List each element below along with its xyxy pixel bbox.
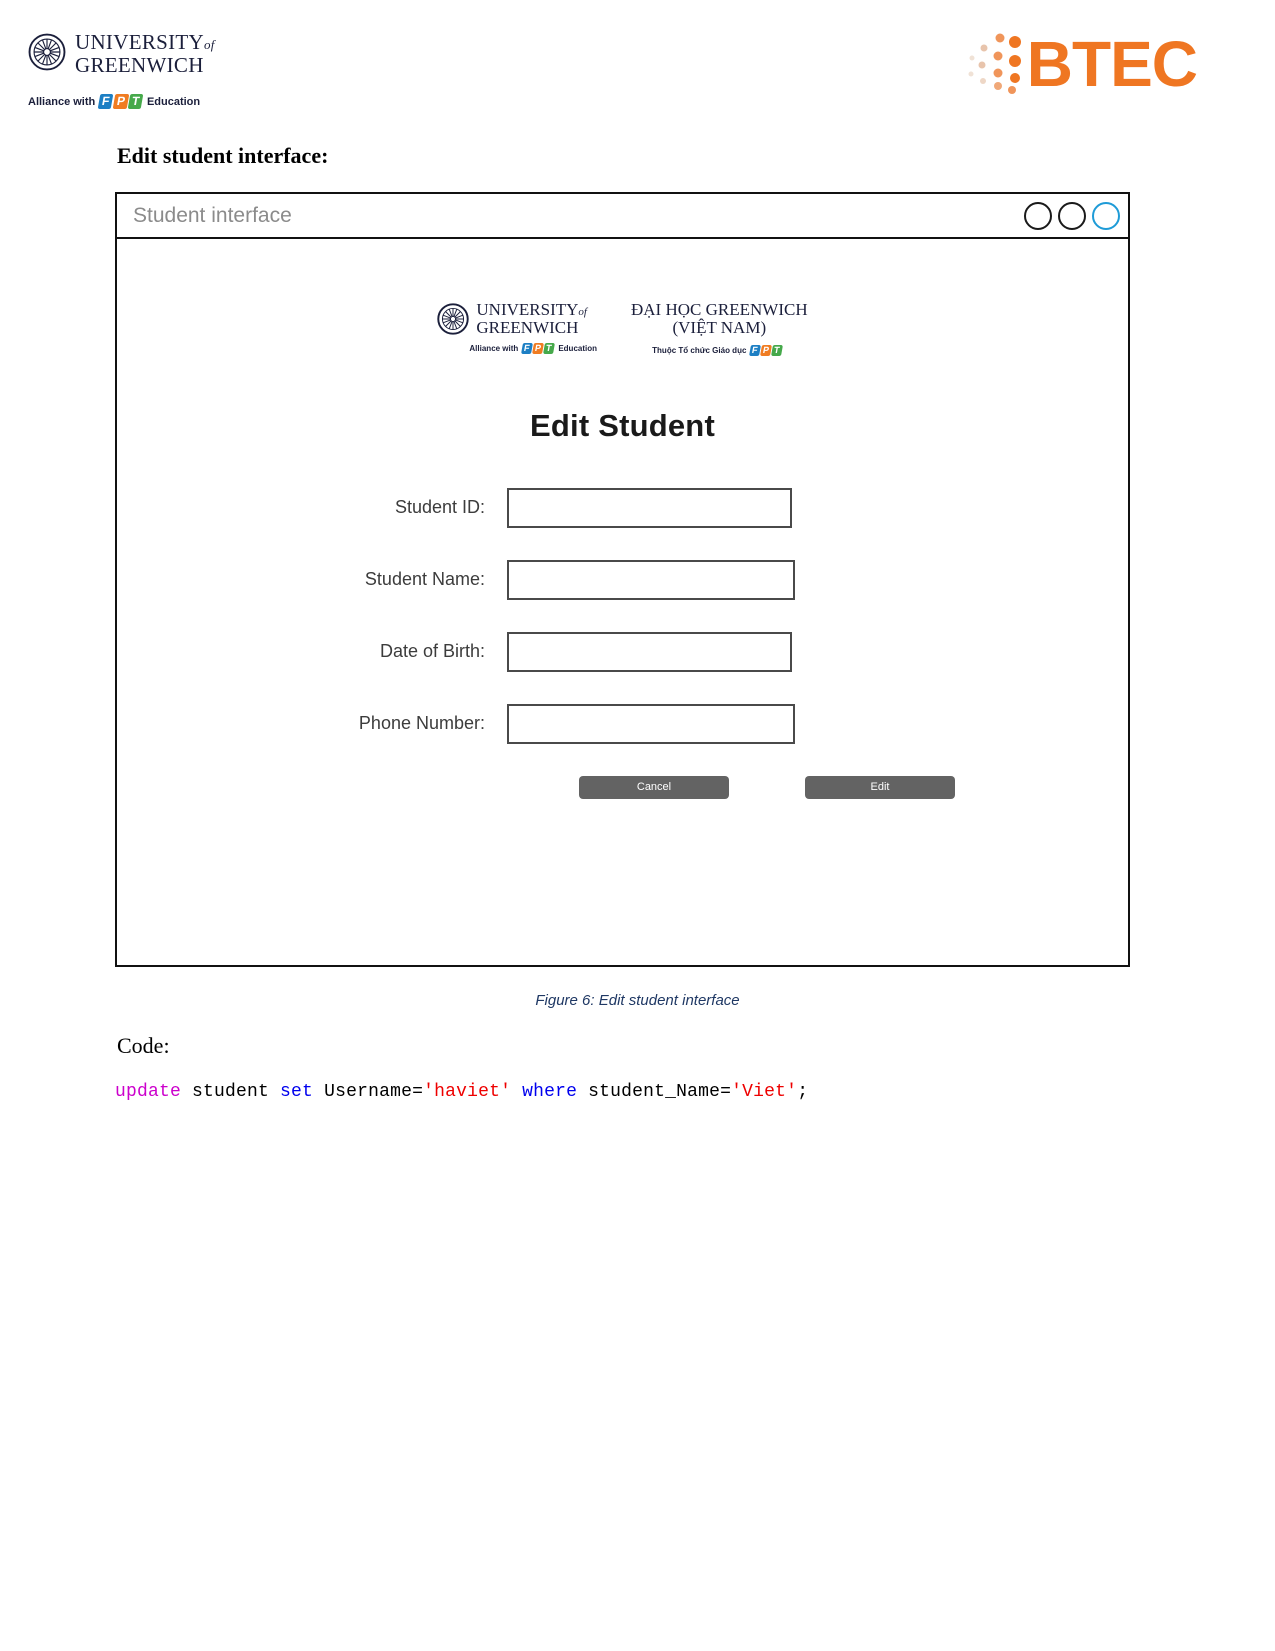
sql-token-6: where	[522, 1082, 578, 1102]
mockup-titlebar: Student interface	[117, 194, 1128, 239]
form-heading: Edit Student	[530, 407, 715, 443]
btec-wordmark: BTEC	[1026, 28, 1198, 100]
student-name-input[interactable]	[507, 559, 795, 600]
fpt-letter-f: F	[521, 343, 533, 354]
university-line2: GREENWICH	[75, 53, 204, 77]
inner-university-line2: GREENWICH	[476, 318, 579, 337]
inner-university-of-word: of	[578, 306, 587, 318]
fpt-letter-t: T	[542, 343, 555, 354]
maximize-button[interactable]	[1058, 201, 1086, 230]
fpt-letter-p: P	[531, 343, 544, 354]
fpt-letter-t: T	[770, 344, 783, 356]
student-interface-mockup-window: Student interface UNIVERSITYof GREENWICH…	[115, 192, 1130, 967]
alliance-with-fpt-education: Alliance with FPT Education	[28, 94, 200, 109]
close-button[interactable]	[1092, 201, 1120, 230]
student-name-label: Student Name:	[364, 569, 485, 590]
fpt-letter-f: F	[749, 344, 761, 356]
edit-button[interactable]: Edit	[805, 775, 955, 799]
minimize-button[interactable]	[1024, 201, 1052, 230]
form-actions: Cancel Edit	[227, 775, 1128, 799]
phone-number-input[interactable]	[507, 703, 795, 744]
vietnam-sub-prefix: Thuộc Tổ chức Giáo dục	[652, 345, 747, 355]
inner-university-line1: UNIVERSITY	[476, 300, 579, 319]
btec-logo: BTEC	[965, 28, 1198, 100]
page-header: UNIVERSITYof GREENWICH Alliance with FPT…	[0, 0, 1275, 130]
inner-alliance-suffix: Education	[558, 344, 597, 353]
university-of-greenwich-logo: UNIVERSITYof GREENWICH	[28, 32, 215, 76]
page-title: Edit student interface:	[117, 143, 329, 168]
mockup-window-title: Student interface	[133, 203, 292, 227]
inner-alliance-line: Alliance with FPT Education	[469, 343, 597, 354]
university-wordmark: UNIVERSITYof GREENWICH	[75, 32, 215, 76]
vietnam-line1: ĐẠI HỌC GREENWICH	[631, 300, 808, 319]
sql-token-4: 'haviet'	[423, 1082, 512, 1102]
sql-token-7: student_Name=	[577, 1082, 732, 1102]
sql-token-8: 'Viet'	[731, 1082, 798, 1102]
mockup-content: UNIVERSITYof GREENWICH Alliance with FPT…	[117, 239, 1128, 965]
fpt-logo-icon: FPT	[97, 94, 144, 109]
alliance-suffix: Education	[146, 95, 201, 108]
date-of-birth-input[interactable]	[507, 631, 792, 672]
fpt-logo-icon: FPT	[749, 344, 783, 356]
btec-dots-icon	[968, 33, 1021, 94]
cancel-button[interactable]: Cancel	[579, 775, 729, 799]
fpt-letter-p: P	[759, 344, 772, 356]
vietnam-campus-logo: ĐẠI HỌC GREENWICH (VIỆT NAM) Thuộc Tổ ch…	[631, 301, 808, 356]
student-id-label: Student ID:	[394, 497, 485, 518]
inner-alliance-prefix: Alliance with	[469, 344, 519, 353]
date-of-birth-label: Date of Birth:	[379, 641, 485, 662]
edit-student-form: Student ID: Student Name: Date of Birth:…	[117, 487, 1128, 799]
window-controls	[1024, 201, 1120, 230]
student-id-input[interactable]	[507, 487, 792, 528]
fpt-letter-f: F	[97, 94, 114, 109]
inner-university-logo: UNIVERSITYof GREENWICH Alliance with FPT…	[437, 301, 597, 354]
fpt-logo-icon: FPT	[521, 343, 555, 354]
fpt-letter-p: P	[112, 94, 129, 109]
compass-rose-icon	[437, 303, 470, 335]
inner-university-text-block: UNIVERSITYof GREENWICH Alliance with FPT…	[469, 301, 597, 354]
fpt-letter-t: T	[127, 94, 144, 109]
university-line1: UNIVERSITY	[75, 30, 204, 54]
sql-token-0: update	[115, 1082, 182, 1102]
form-row-student-name: Student Name:	[227, 559, 1128, 600]
sql-code-line: update student set Username='haviet' whe…	[115, 1082, 808, 1102]
figure-caption: Figure 6: Edit student interface	[535, 992, 740, 1009]
form-row-student-id: Student ID:	[227, 487, 1128, 528]
code-section-label: Code:	[117, 1033, 170, 1058]
form-row-date-of-birth: Date of Birth:	[227, 631, 1128, 672]
alliance-prefix: Alliance with	[28, 95, 96, 108]
vietnam-line2: (VIỆT NAM)	[672, 317, 767, 337]
university-of-word: of	[204, 37, 215, 52]
compass-rose-icon	[28, 33, 66, 71]
sql-token-9: ;	[797, 1082, 809, 1102]
form-row-phone-number: Phone Number:	[227, 703, 1128, 744]
sql-token-5	[511, 1082, 522, 1102]
sql-token-2: set	[280, 1082, 314, 1102]
phone-number-label: Phone Number:	[358, 713, 485, 734]
vietnam-sub-line: Thuộc Tổ chức Giáo dục FPT	[631, 344, 808, 356]
form-branding-header: UNIVERSITYof GREENWICH Alliance with FPT…	[117, 239, 1128, 356]
sql-token-1: student	[181, 1082, 281, 1102]
sql-token-3: Username=	[313, 1082, 424, 1102]
